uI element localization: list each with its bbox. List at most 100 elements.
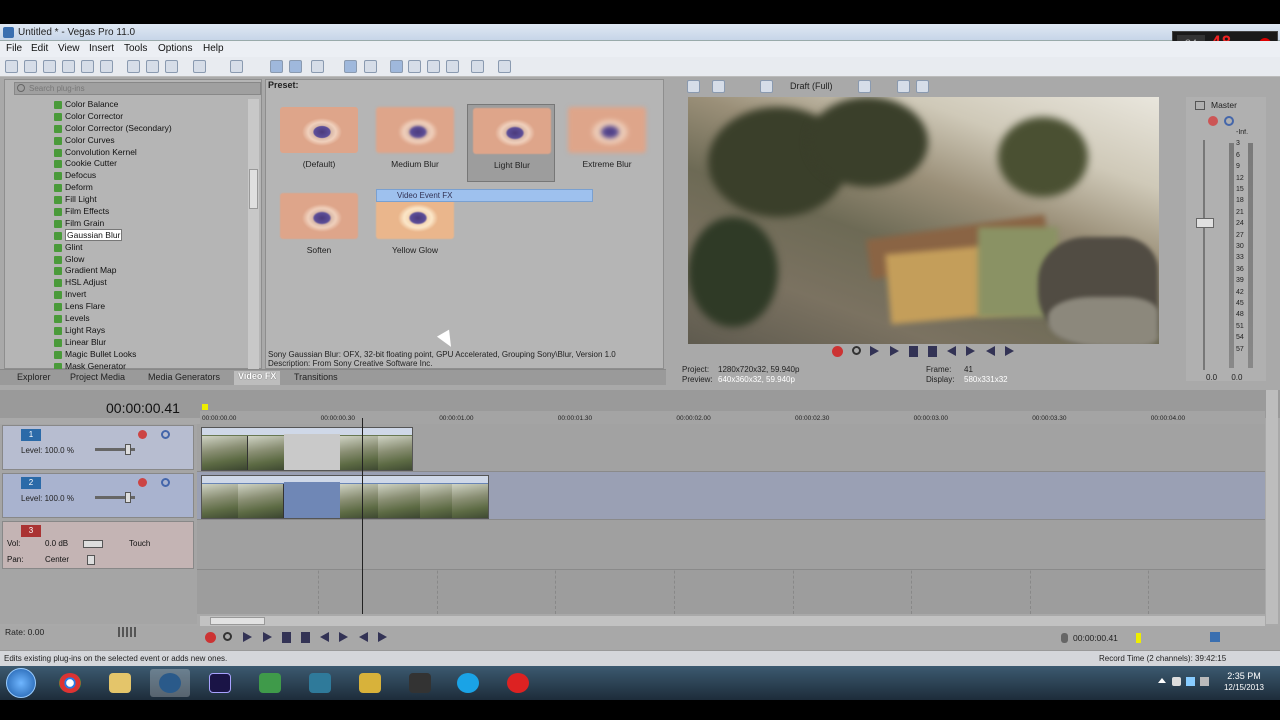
pause-icon[interactable]	[282, 632, 291, 643]
go-to-end-icon[interactable]	[966, 346, 975, 356]
split-screen-icon[interactable]	[760, 80, 773, 93]
plugin-list-item[interactable]: Defocus	[54, 170, 248, 182]
save-as-icon[interactable]	[62, 60, 75, 73]
selection-tool-icon[interactable]	[311, 60, 324, 73]
preset-extreme-blur[interactable]: Extreme Blur	[563, 104, 651, 182]
plugin-list-item[interactable]: Gradient Map	[54, 265, 248, 277]
mute-icon[interactable]	[1224, 116, 1234, 126]
ignore-grouping-icon[interactable]	[427, 60, 440, 73]
volume-icon[interactable]	[1172, 677, 1181, 686]
taskbar-after-effects[interactable]	[200, 669, 240, 697]
show-hidden-icons-icon[interactable]	[1158, 678, 1166, 683]
loop-marker[interactable]	[202, 404, 208, 410]
preview-properties-icon[interactable]	[687, 80, 700, 93]
tab-media-generators[interactable]: Media Generators	[148, 372, 220, 382]
tab-video-fx[interactable]: Video FX	[234, 371, 281, 385]
track-header-2[interactable]: 2 Level: 100.0 %	[2, 473, 194, 518]
stop-icon[interactable]	[928, 346, 937, 357]
timeline-hscroll[interactable]	[200, 616, 1265, 626]
envelope-tool-icon[interactable]	[289, 60, 302, 73]
copy-snapshot-icon[interactable]	[897, 80, 910, 93]
external-monitor-icon[interactable]	[712, 80, 725, 93]
track-header-3[interactable]: 3 Vol: 0.0 dB Touch Pan: Center	[2, 521, 194, 569]
taskbar-skype[interactable]	[448, 669, 488, 697]
mute-icon[interactable]	[161, 478, 170, 487]
paste-icon[interactable]	[165, 60, 178, 73]
plugin-scroll-thumb[interactable]	[249, 169, 258, 209]
plugin-list-item[interactable]: Color Corrector	[54, 111, 248, 123]
go-to-start-icon[interactable]	[320, 632, 329, 642]
pause-icon[interactable]	[909, 346, 918, 357]
tray-app-icon[interactable]	[1200, 677, 1209, 686]
new-project-icon[interactable]	[5, 60, 18, 73]
stop-icon[interactable]	[301, 632, 310, 643]
previous-frame-icon[interactable]	[986, 346, 995, 356]
level-slider[interactable]	[95, 444, 135, 455]
plugin-list-item[interactable]: Gaussian Blur	[54, 228, 248, 242]
plugin-list-item[interactable]: Convolution Kernel	[54, 147, 248, 159]
plugin-list-item[interactable]: Deform	[54, 182, 248, 194]
time-ruler[interactable]: 00:00:00.00 00:00:00.30 00:00:01.00 00:00:0…	[200, 411, 1265, 425]
auto-crossfade-icon[interactable]	[364, 60, 377, 73]
plugin-list-item[interactable]: Lens Flare	[54, 301, 248, 313]
tab-explorer[interactable]: Explorer	[17, 372, 51, 382]
level-slider[interactable]	[95, 492, 135, 503]
fx-icon[interactable]	[138, 430, 147, 439]
menu-file[interactable]: File	[6, 43, 22, 54]
taskbar-chrome[interactable]	[50, 669, 90, 697]
cut-icon[interactable]	[127, 60, 140, 73]
whats-this-icon[interactable]	[471, 60, 484, 73]
taskbar-app-edit[interactable]	[300, 669, 340, 697]
tab-project-media[interactable]: Project Media	[70, 372, 125, 382]
zoom-icon[interactable]	[446, 60, 459, 73]
fx-icon[interactable]	[1208, 116, 1218, 126]
taskbar-file-explorer[interactable]	[100, 669, 140, 697]
preview-quality-select[interactable]: Draft (Full)	[790, 81, 833, 91]
normal-edit-tool-icon[interactable]	[270, 60, 283, 73]
go-to-start-icon[interactable]	[947, 346, 956, 356]
plugin-list-item[interactable]: Glint	[54, 242, 248, 254]
overlays-icon[interactable]	[858, 80, 871, 93]
automation-mode[interactable]: Touch	[129, 539, 150, 548]
menu-help[interactable]: Help	[203, 43, 224, 54]
auto-ripple-icon[interactable]	[390, 60, 403, 73]
menu-tools[interactable]: Tools	[124, 43, 147, 54]
plugin-list-item[interactable]: Levels	[54, 313, 248, 325]
taskbar-steam[interactable]	[400, 669, 440, 697]
taskbar-clock[interactable]: 2:35 PM 12/15/2013	[1216, 670, 1272, 694]
menu-insert[interactable]: Insert	[89, 43, 114, 54]
plugin-list-item[interactable]: Glow	[54, 254, 248, 266]
fx-icon[interactable]	[138, 478, 147, 487]
plugin-list-item[interactable]: Linear Blur	[54, 337, 248, 349]
properties-icon[interactable]	[100, 60, 113, 73]
plugin-scrollbar[interactable]	[248, 99, 259, 369]
open-icon[interactable]	[24, 60, 37, 73]
record-button[interactable]	[832, 346, 843, 357]
plugin-list-item[interactable]: Invert	[54, 289, 248, 301]
taskbar-vegas[interactable]	[150, 669, 190, 697]
go-to-end-icon[interactable]	[339, 632, 348, 642]
plugin-list-item[interactable]: Color Corrector (Secondary)	[54, 123, 248, 135]
plugin-list-item[interactable]: Mask Generator	[54, 361, 248, 369]
plugin-list-item[interactable]: Film Effects	[54, 206, 248, 218]
start-button[interactable]	[6, 668, 36, 698]
loop-playback-icon[interactable]	[223, 632, 232, 641]
snapping-icon[interactable]	[344, 60, 357, 73]
preset-medium-blur[interactable]: Medium Blur	[371, 104, 459, 182]
play-icon[interactable]	[890, 346, 899, 356]
volume-slider[interactable]	[83, 540, 103, 548]
grid-icon[interactable]	[1210, 632, 1220, 642]
render-icon[interactable]	[81, 60, 94, 73]
preset-default[interactable]: (Default)	[275, 104, 363, 182]
redo-icon[interactable]	[230, 60, 243, 73]
timeline-vscroll[interactable]	[1266, 390, 1278, 624]
tab-transitions[interactable]: Transitions	[294, 372, 338, 382]
plugin-list-item[interactable]: Fill Light	[54, 194, 248, 206]
taskbar-app-green[interactable]	[250, 669, 290, 697]
video-clip[interactable]	[201, 475, 489, 519]
help-icon[interactable]	[498, 60, 511, 73]
plugin-list-item[interactable]: Magic Bullet Looks	[54, 349, 248, 361]
plugin-list-item[interactable]: HSL Adjust	[54, 277, 248, 289]
lane-3[interactable]	[197, 520, 1265, 570]
play-from-start-icon[interactable]	[870, 346, 879, 356]
